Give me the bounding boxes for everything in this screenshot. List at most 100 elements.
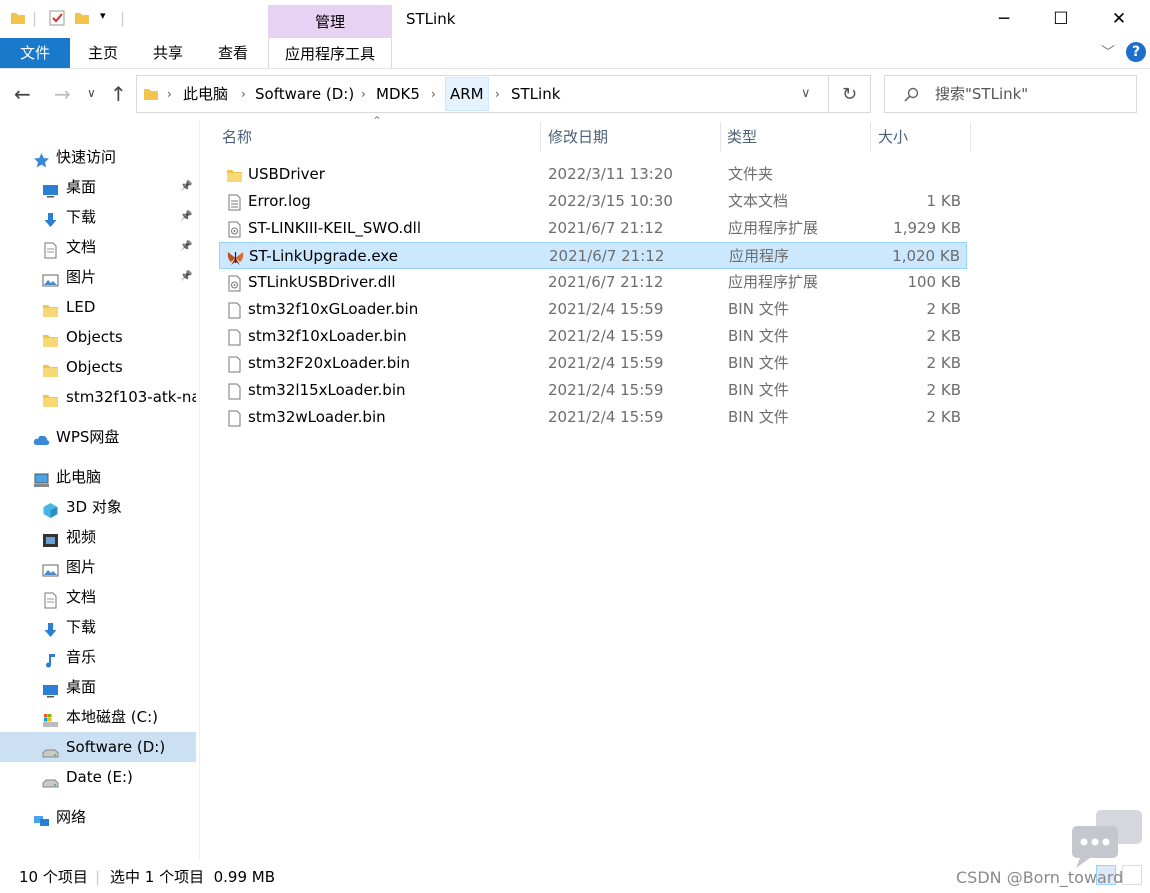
dll-file-icon	[226, 274, 243, 292]
folder-icon	[42, 329, 59, 347]
column-headers: ⌃ 名称 修改日期 类型 大小	[213, 114, 973, 154]
blank-file-icon	[226, 328, 243, 346]
properties-icon[interactable]	[48, 9, 66, 27]
picture-icon	[42, 559, 59, 577]
address-bar[interactable]: › 此电脑 › Software (D:) › MDK5 › ARM › STL…	[136, 75, 829, 113]
file-date: 2021/2/4 15:59	[548, 354, 664, 372]
file-size: 2 KB	[926, 381, 961, 399]
breadcrumb-separator-icon[interactable]: ›	[241, 76, 246, 112]
nav-item-2[interactable]: 桌面 📌	[0, 172, 196, 202]
navigation-pane: 快速访问 桌面 📌 下载 📌 文档 📌 图片 📌 LED Objects Objects stm32f1…	[0, 120, 200, 860]
nav-item-15[interactable]: 文档	[0, 582, 196, 612]
nav-item-5[interactable]: 图片 📌	[0, 262, 196, 292]
column-divider[interactable]	[970, 122, 971, 152]
nav-item-13[interactable]: 视频	[0, 522, 196, 552]
breadcrumb-separator-icon[interactable]: ›	[431, 76, 436, 112]
file-row[interactable]: stm32f10xGLoader.bin 2021/2/4 15:59 BIN 文件…	[219, 296, 967, 323]
maximize-button[interactable]: ☐	[1032, 0, 1090, 38]
file-type: BIN 文件	[728, 300, 789, 318]
nav-item-10[interactable]: WPS网盘	[0, 422, 196, 452]
nav-item-label: 网络	[56, 808, 87, 826]
column-divider[interactable]	[870, 122, 871, 152]
column-divider[interactable]	[720, 122, 721, 152]
forward-icon[interactable]: →	[54, 82, 71, 106]
file-row[interactable]: stm32f10xLoader.bin 2021/2/4 15:59 BIN 文件 2…	[219, 323, 967, 350]
tab-application-tools[interactable]: 应用程序工具	[268, 38, 392, 68]
breadcrumb-mdk5[interactable]: MDK5	[376, 76, 420, 112]
nav-item-17[interactable]: 音乐	[0, 642, 196, 672]
address-dropdown-icon[interactable]: ∨	[801, 86, 811, 101]
cloud-icon	[33, 429, 50, 445]
minimize-button[interactable]: ─	[975, 0, 1033, 38]
file-type: BIN 文件	[728, 354, 789, 372]
file-type: 文本文档	[728, 192, 789, 210]
file-size: 1 KB	[926, 192, 961, 210]
column-size[interactable]: 大小	[878, 120, 908, 154]
nav-item-3[interactable]: 下载 📌	[0, 202, 196, 232]
breadcrumb-software-d[interactable]: Software (D:)	[255, 76, 354, 112]
breadcrumb-this-pc[interactable]: 此电脑	[183, 76, 228, 112]
nav-item-21[interactable]: Date (E:)	[0, 762, 196, 792]
column-name[interactable]: 名称	[222, 120, 252, 154]
file-date: 2021/6/7 21:12	[548, 219, 664, 237]
file-row[interactable]: stm32l15xLoader.bin 2021/2/4 15:59 BIN 文件 2…	[219, 377, 967, 404]
nav-item-11[interactable]: 此电脑	[0, 462, 196, 492]
nav-item-18[interactable]: 桌面	[0, 672, 196, 702]
file-row[interactable]: USBDriver 2022/3/11 13:20 文件夹	[219, 161, 967, 188]
tab-view[interactable]: 查看	[210, 38, 256, 68]
status-separator: |	[95, 868, 101, 886]
nav-item-1[interactable]: 快速访问	[0, 142, 196, 172]
up-icon[interactable]: ↑	[110, 82, 127, 106]
nav-item-19[interactable]: 本地磁盘 (C:)	[0, 702, 196, 732]
nav-item-22[interactable]: 网络	[0, 802, 196, 832]
new-folder-icon[interactable]	[74, 10, 90, 26]
blank-file-icon	[226, 409, 243, 427]
close-button[interactable]: ✕	[1090, 0, 1148, 38]
tab-share[interactable]: 共享	[145, 38, 191, 68]
file-row[interactable]: ST-LINKIII-KEIL_SWO.dll 2021/6/7 21:12 应用程…	[219, 215, 967, 242]
help-icon[interactable]: ?	[1126, 42, 1146, 62]
recent-locations-icon[interactable]: ∨	[87, 86, 96, 100]
file-row[interactable]: STLinkUSBDriver.dll 2021/6/7 21:12 应用程序扩展 1…	[219, 269, 967, 296]
title-bar: | ▾ | 管理 STLink ─ ☐ ✕	[0, 0, 1150, 39]
search-box[interactable]: 搜索"STLink"	[884, 75, 1137, 113]
nav-item-9[interactable]: stm32f103-atk-nano	[0, 382, 196, 412]
tab-file[interactable]: 文件	[0, 38, 70, 68]
column-divider[interactable]	[540, 122, 541, 152]
qat-dropdown-icon[interactable]: ▾	[100, 9, 106, 22]
search-icon	[904, 87, 919, 102]
nav-item-label: 桌面	[66, 678, 97, 696]
column-date[interactable]: 修改日期	[548, 120, 608, 154]
file-row[interactable]: stm32F20xLoader.bin 2021/2/4 15:59 BIN 文件 2…	[219, 350, 967, 377]
file-type: 应用程序扩展	[728, 273, 819, 291]
breadcrumb-stlink[interactable]: STLink	[511, 76, 560, 112]
refresh-button[interactable]: ↻	[829, 75, 871, 113]
tab-home[interactable]: 主页	[80, 38, 126, 68]
breadcrumb-arm[interactable]: ARM	[445, 77, 489, 111]
video-icon	[42, 529, 59, 547]
nav-item-7[interactable]: Objects	[0, 322, 196, 352]
nav-item-20[interactable]: Software (D:)	[0, 732, 196, 762]
computer-icon	[33, 469, 50, 487]
breadcrumb-separator-icon[interactable]: ›	[495, 76, 500, 112]
nav-item-14[interactable]: 图片	[0, 552, 196, 582]
file-row[interactable]: Error.log 2022/3/15 10:30 文本文档 1 KB	[219, 188, 967, 215]
file-date: 2022/3/15 10:30	[548, 192, 673, 210]
breadcrumb-separator-icon[interactable]: ›	[361, 76, 366, 112]
breadcrumb-separator-icon[interactable]: ›	[167, 76, 172, 112]
large-icons-view-button[interactable]	[1122, 865, 1142, 885]
nav-item-8[interactable]: Objects	[0, 352, 196, 382]
file-name: stm32F20xLoader.bin	[248, 354, 410, 372]
column-type[interactable]: 类型	[727, 120, 757, 154]
file-row[interactable]: ST-LinkUpgrade.exe 2021/6/7 21:12 应用程序 1,02…	[219, 242, 967, 269]
file-row[interactable]: stm32wLoader.bin 2021/2/4 15:59 BIN 文件 2 KB	[219, 404, 967, 431]
nav-item-6[interactable]: LED	[0, 292, 196, 322]
nav-item-label: 此电脑	[56, 468, 102, 486]
nav-item-16[interactable]: 下载	[0, 612, 196, 642]
nav-item-label: 图片	[66, 268, 97, 286]
nav-item-4[interactable]: 文档 📌	[0, 232, 196, 262]
ribbon-expand-icon[interactable]: ﹀	[1101, 42, 1115, 62]
nav-item-12[interactable]: 3D 对象	[0, 492, 196, 522]
back-icon[interactable]: ←	[14, 82, 31, 106]
butterfly-exe-icon	[227, 248, 244, 265]
